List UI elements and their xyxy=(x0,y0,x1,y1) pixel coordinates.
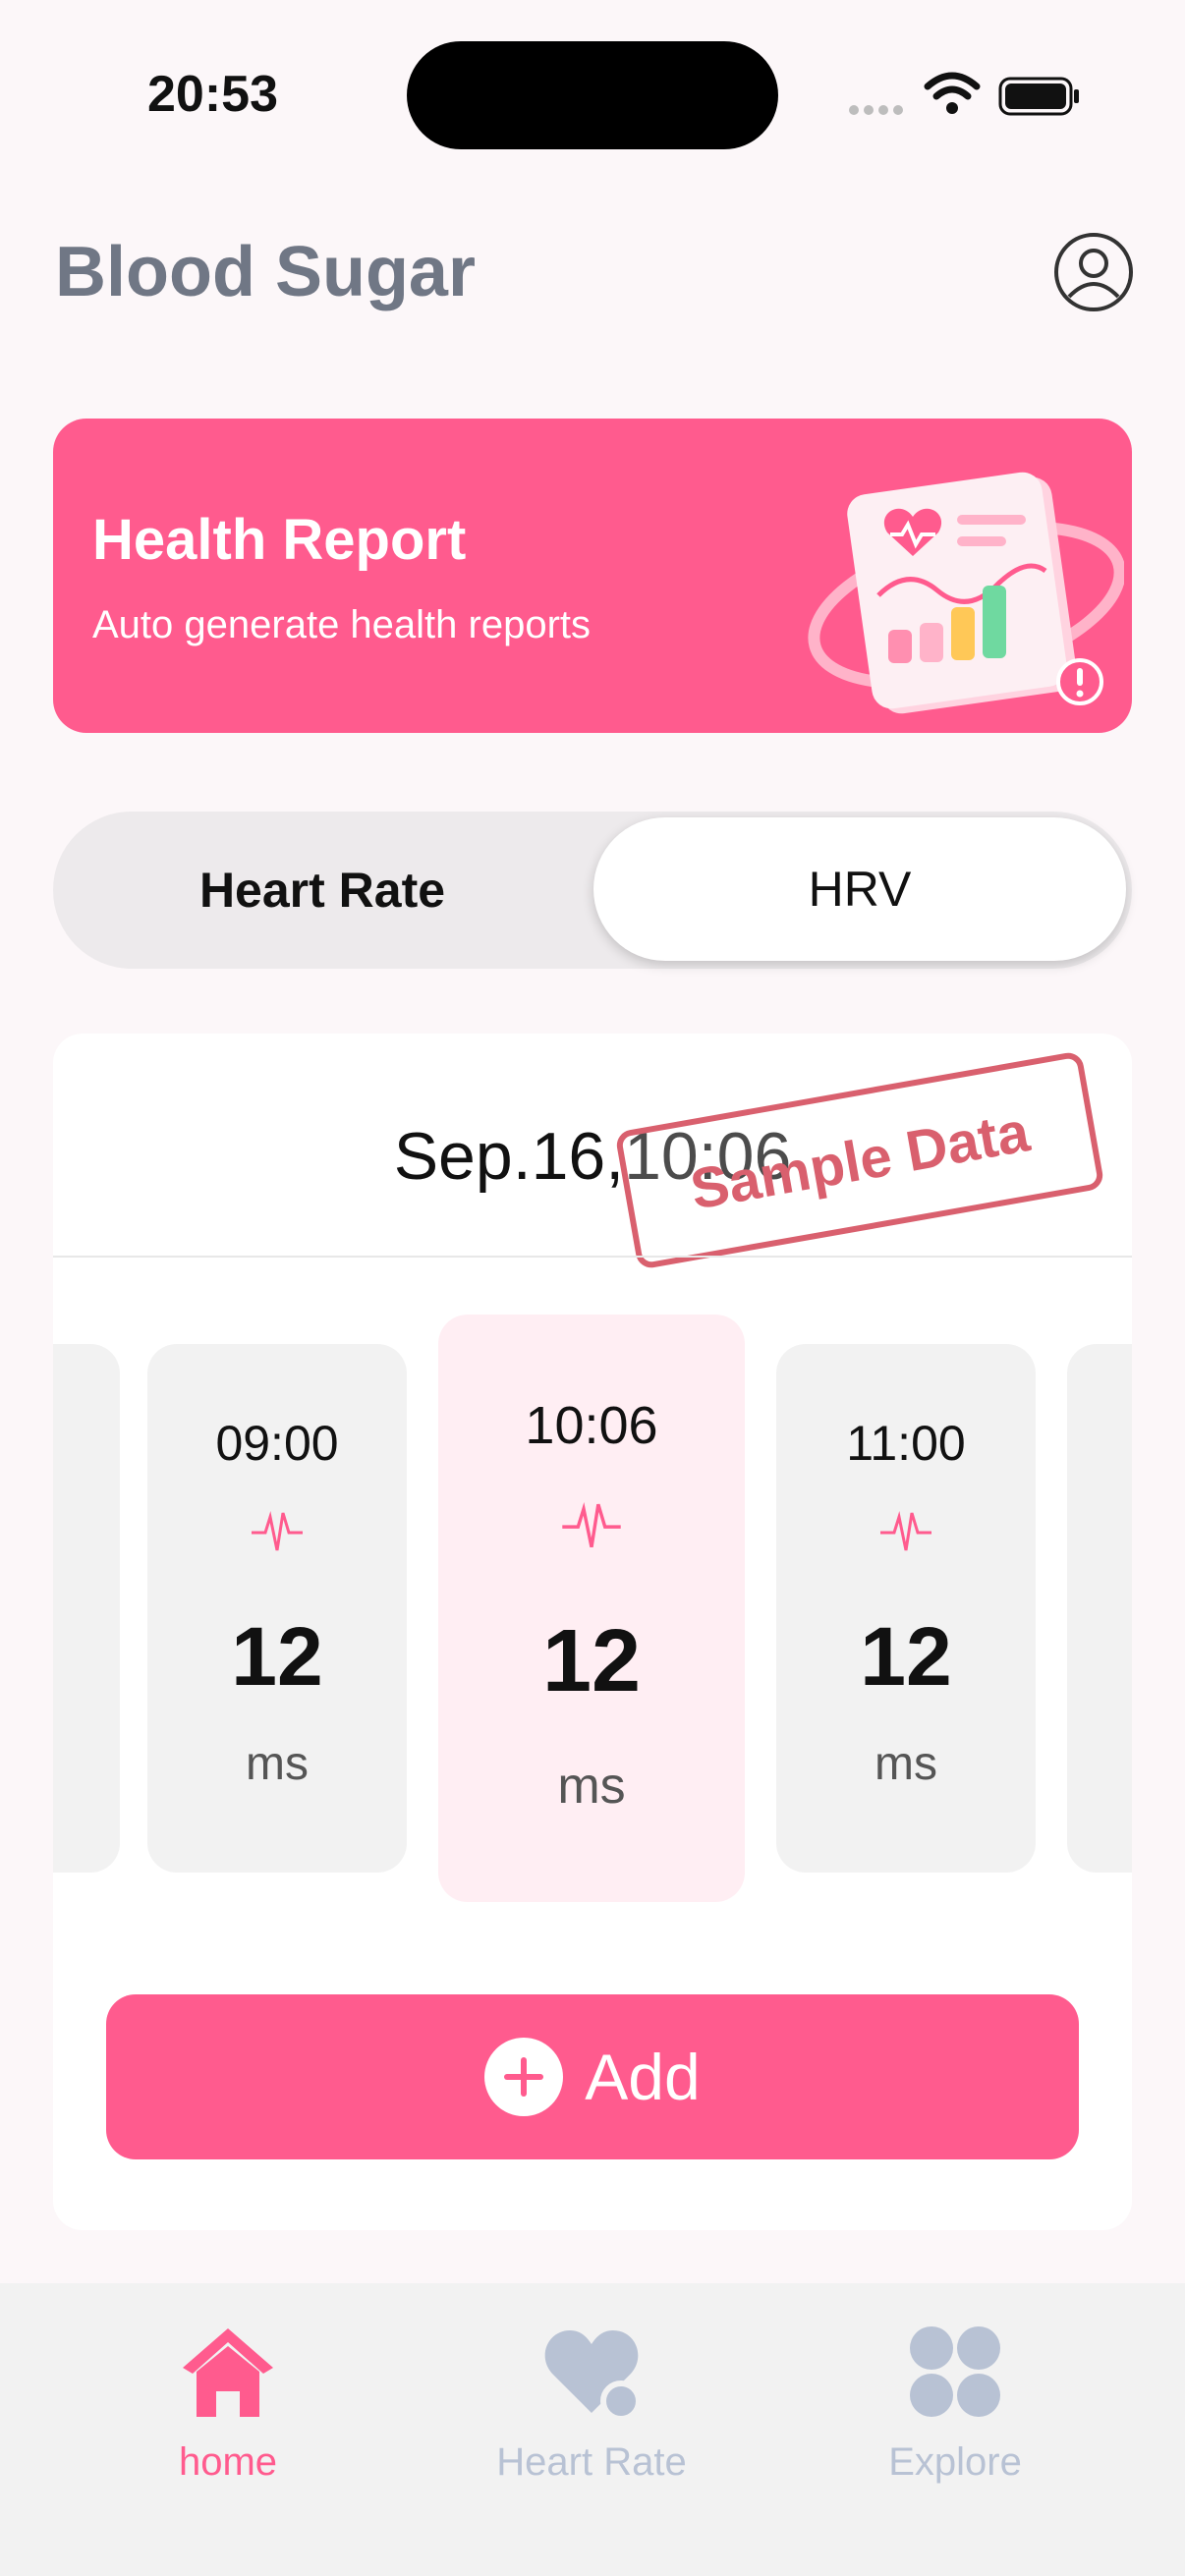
reading-value: 12 xyxy=(860,1610,952,1703)
cellular-signal-icon xyxy=(849,102,908,115)
tab-bar: home Heart Rate Explore xyxy=(0,2283,1185,2576)
profile-icon[interactable] xyxy=(1053,232,1134,312)
reading-unit: ms xyxy=(557,1758,626,1815)
tab-home[interactable]: home xyxy=(81,2283,375,2576)
pulse-icon xyxy=(562,1502,621,1548)
status-time: 20:53 xyxy=(147,66,278,123)
segment-heart-rate[interactable]: Heart Rate xyxy=(53,812,592,969)
grid-icon xyxy=(910,2326,1000,2417)
divider xyxy=(53,1256,1132,1258)
reading-time: 10:06 xyxy=(525,1396,658,1455)
tab-heart-rate[interactable]: Heart Rate xyxy=(444,2283,739,2576)
add-button[interactable]: Add xyxy=(106,1994,1079,2159)
plus-circle-icon xyxy=(484,2038,564,2116)
reading-tile-partial-left[interactable] xyxy=(53,1344,120,1873)
tab-explore[interactable]: Explore xyxy=(808,2283,1102,2576)
banner-subtitle: Auto generate health reports xyxy=(92,603,592,646)
pulse-icon xyxy=(252,1511,303,1551)
banner-title: Health Report xyxy=(92,508,467,572)
heart-icon xyxy=(544,2330,641,2421)
health-report-banner[interactable]: Health Report Auto generate health repor… xyxy=(53,419,1132,733)
add-button-label: Add xyxy=(585,2041,701,2113)
reading-tile-selected[interactable]: 10:06 12 ms xyxy=(438,1315,745,1902)
sample-data-stamp: Sample Data xyxy=(614,1050,1105,1270)
battery-icon xyxy=(998,77,1079,116)
segment-hrv[interactable]: HRV xyxy=(593,817,1126,961)
reading-time: 11:00 xyxy=(846,1416,966,1471)
dynamic-island xyxy=(407,41,778,149)
page-title: Blood Sugar xyxy=(55,233,476,311)
wifi-icon xyxy=(924,72,981,114)
reading-tile[interactable]: 09:00 12 ms xyxy=(147,1344,407,1873)
metric-segmented-control: Heart Rate HRV xyxy=(53,812,1132,969)
reading-unit: ms xyxy=(246,1738,309,1790)
reading-tile[interactable]: 11:00 12 ms xyxy=(776,1344,1036,1873)
reading-value: 12 xyxy=(541,1612,642,1710)
tab-heart-rate-label: Heart Rate xyxy=(496,2440,687,2484)
reading-value: 12 xyxy=(231,1610,323,1703)
pulse-icon xyxy=(880,1511,931,1551)
reading-time: 09:00 xyxy=(215,1416,339,1471)
health-report-illustration xyxy=(808,472,1124,714)
hrv-card: Sep.16,10:06 Sample Data 09:00 12 ms 10:… xyxy=(53,1034,1132,2230)
tab-explore-label: Explore xyxy=(888,2440,1022,2484)
reading-tile-partial-right[interactable] xyxy=(1067,1344,1132,1873)
home-icon xyxy=(183,2328,273,2417)
tab-home-label: home xyxy=(178,2440,278,2484)
reading-unit: ms xyxy=(875,1738,937,1790)
